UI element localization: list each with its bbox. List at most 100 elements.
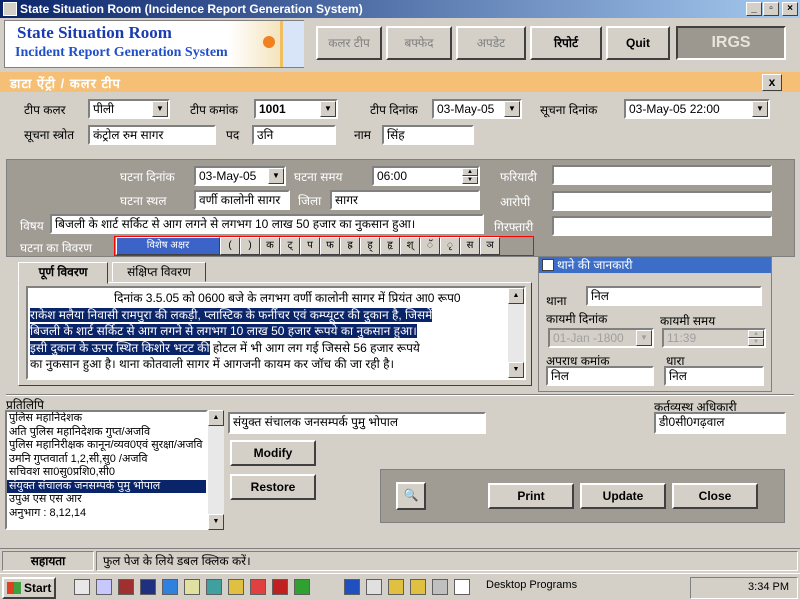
key[interactable]: क (260, 237, 280, 255)
reg-date-picker[interactable]: 01-Jan -1800 ▼ (548, 328, 654, 348)
copy-list[interactable]: पुलिस महानिदेशक अति पुलिस महानिदेशक गुप्… (5, 410, 208, 530)
clock[interactable]: 3:34 PM (748, 581, 789, 593)
help-cell[interactable]: सहायता (2, 551, 94, 571)
folder-icon[interactable] (388, 579, 404, 595)
tip-number-label: टीप कमांक (190, 103, 239, 117)
logo-wave-icon (280, 21, 304, 67)
info-icon[interactable] (140, 579, 156, 595)
chain-icon[interactable] (272, 579, 288, 595)
folder-icon[interactable] (228, 579, 244, 595)
key[interactable]: हृ (380, 237, 400, 255)
desktop-icon[interactable] (74, 579, 90, 595)
list-item[interactable]: पुलिस महानिदेशक (7, 412, 206, 426)
tab-brief-details[interactable]: संक्षिप्त विवरण (112, 262, 206, 282)
details-line: होटल में भी आग लग गई जिससे 56 हजार रूपये (209, 340, 420, 355)
key[interactable]: ह्र (340, 237, 360, 255)
incident-place-field[interactable]: वर्णी कालोनी सागर (194, 190, 290, 210)
list-item[interactable]: पुलिस महानिरीक्षक कानून/व्यव0एवं सुरक्षा… (7, 439, 206, 453)
report-button[interactable]: रिपोर्ट (530, 26, 602, 60)
incident-place-label: घटना स्थल (120, 194, 167, 208)
key[interactable]: ( (220, 237, 240, 255)
preview-button[interactable]: 🔍 (396, 482, 426, 510)
app-logo: State Situation Room Incident Report Gen… (4, 20, 304, 68)
reg-time-spinner[interactable]: 11:39 ▲ ▼ (662, 328, 766, 348)
details-textarea[interactable]: दिनांक 3.5.05 को 0600 बजे के लगभग वर्णी … (26, 286, 526, 380)
tip-number-select[interactable]: 1001 ▼ (254, 99, 338, 119)
key[interactable]: फ (320, 237, 340, 255)
start-button[interactable]: Start (2, 577, 56, 599)
close-window-button[interactable]: × (782, 2, 798, 16)
district-field[interactable]: सागर (330, 190, 480, 210)
chevron-down-icon: ▼ (268, 168, 284, 184)
station-field[interactable]: निल (586, 286, 762, 306)
list-item[interactable]: अनुभाग : 8,12,14 (7, 507, 206, 521)
name-field[interactable]: सिंह (382, 125, 474, 145)
media-icon[interactable] (250, 579, 266, 595)
subject-field[interactable]: बिजली के शार्ट सर्किट से आग लगने से लगभग… (50, 214, 484, 234)
section-close-button[interactable]: x (762, 74, 782, 91)
key[interactable]: ॅ (420, 237, 440, 255)
logo-subtitle: Incident Report Generation System (15, 45, 228, 60)
special-chars-key[interactable]: विशेष अक्षर (116, 237, 220, 255)
list-item[interactable]: उमनि गुप्तवार्ता 1,2,सी,सु0 /अजवि (7, 453, 206, 467)
key[interactable]: ृ (440, 237, 460, 255)
explorer-icon[interactable] (96, 579, 112, 595)
officer-field[interactable]: डी0सी0गढ़वाल (654, 412, 786, 434)
list-item[interactable]: सचिवश सा0सु0प्रशि0,सी0 (7, 466, 206, 480)
tab-full-details[interactable]: पूर्ण विवरण (18, 262, 108, 284)
list-item[interactable]: अति पुलिस महानिदेशक गुप्त/अजवि (7, 426, 206, 440)
hand-icon[interactable] (184, 579, 200, 595)
accused-field[interactable] (552, 191, 772, 211)
desktop-programs-label[interactable]: Desktop Programs (486, 579, 577, 591)
key[interactable]: ) (240, 237, 260, 255)
quit-button[interactable]: Quit (606, 26, 670, 60)
key[interactable]: श् (400, 237, 420, 255)
blank-button[interactable]: बफ्फेद (386, 26, 452, 60)
system-tray: 3:34 PM (690, 577, 798, 599)
ie-icon[interactable] (162, 579, 178, 595)
arrest-field[interactable] (552, 216, 772, 236)
update-nav-button[interactable]: अपडेट (456, 26, 526, 60)
info-source-field[interactable]: कंट्रोल रुम सागर (88, 125, 216, 145)
incident-time-spinner[interactable]: 06:00 ▲ ▼ (372, 166, 480, 186)
police-info-checkbox[interactable] (542, 259, 554, 271)
key[interactable]: ह् (360, 237, 380, 255)
tip-date-picker[interactable]: 03-May-05 ▼ (432, 99, 522, 119)
info-source-label: सूचना स्त्रोत (24, 128, 75, 142)
document-icon[interactable] (366, 579, 382, 595)
incident-date-picker[interactable]: 03-May-05 ▼ (194, 166, 286, 186)
modify-button[interactable]: Modify (230, 440, 316, 466)
app-icon[interactable] (294, 579, 310, 595)
key[interactable]: ट् (280, 237, 300, 255)
list-item[interactable]: उपुअ एस एस आर (7, 493, 206, 507)
key[interactable]: स (460, 237, 480, 255)
paint-icon[interactable] (118, 579, 134, 595)
tip-color-select[interactable]: पीली ▼ (88, 99, 170, 119)
post-field[interactable]: उनि (252, 125, 336, 145)
update-button[interactable]: Update (580, 483, 666, 509)
spinner-arrows-icon: ▲ ▼ (748, 330, 764, 346)
list-item-selected[interactable]: संयुक्त संचालक जनसम्पर्क पुमु भोपाल (7, 479, 206, 493)
color-tip-button[interactable]: कलर टीप (316, 26, 382, 60)
details-scrollbar[interactable]: ▲ ▼ (508, 288, 524, 378)
folder-icon[interactable] (410, 579, 426, 595)
restore-button[interactable]: ▫ (763, 2, 779, 16)
section-field[interactable]: निल (664, 366, 764, 386)
word-icon[interactable] (344, 579, 360, 595)
complainant-field[interactable] (552, 165, 772, 185)
restore-button[interactable]: Restore (230, 474, 316, 500)
key[interactable]: प (300, 237, 320, 255)
window-icon[interactable] (454, 579, 470, 595)
taskbar: Start Desktop Programs 3:34 PM (0, 573, 800, 600)
complainant-label: फरियादी (500, 170, 537, 184)
printer-icon[interactable] (432, 579, 448, 595)
copy-list-scrollbar[interactable]: ▲ ▼ (208, 410, 224, 530)
app-icon[interactable] (206, 579, 222, 595)
copy-edit-field[interactable]: संयुक्त संचालक जनसम्पर्क पुमु भोपाल (228, 412, 486, 434)
info-date-picker[interactable]: 03-May-05 22:00 ▼ (624, 99, 770, 119)
close-button[interactable]: Close (672, 483, 758, 509)
minimize-button[interactable]: _ (746, 2, 762, 16)
crime-no-field[interactable]: निल (546, 366, 654, 386)
key[interactable]: ञ (480, 237, 500, 255)
print-button[interactable]: Print (488, 483, 574, 509)
